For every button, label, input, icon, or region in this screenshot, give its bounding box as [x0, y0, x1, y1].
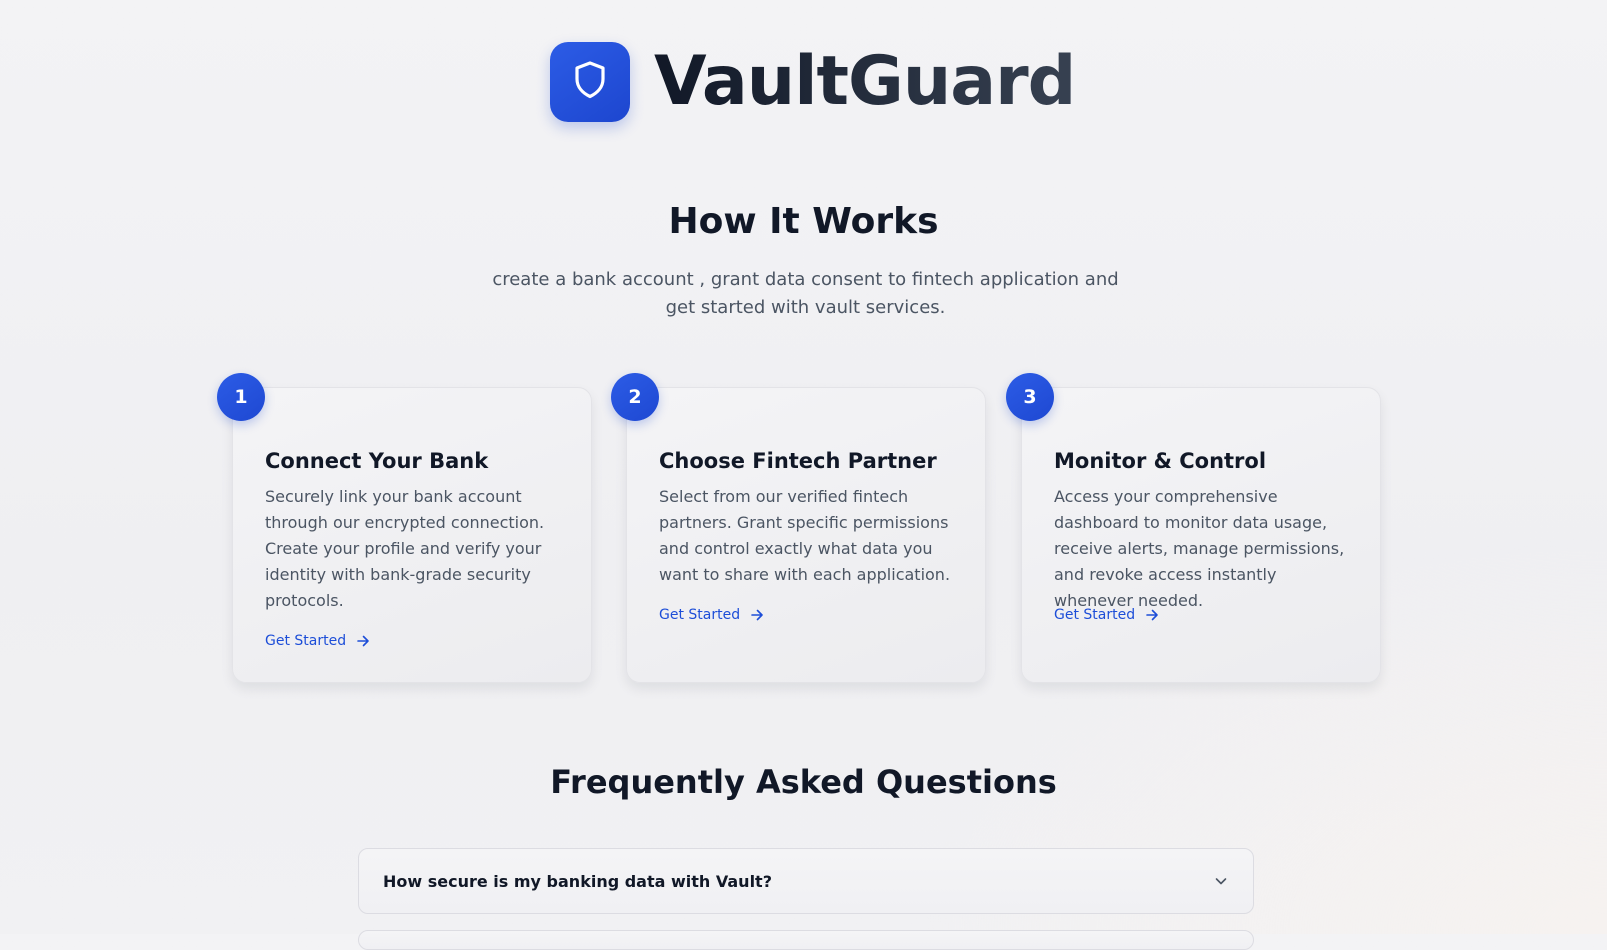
faq-title: Frequently Asked Questions: [550, 763, 1057, 801]
arrow-right-icon: [750, 608, 764, 622]
faq-item[interactable]: How secure is my banking data with Vault…: [358, 848, 1254, 914]
step-number-badge: 2: [611, 373, 659, 421]
how-it-works-title: How It Works: [668, 201, 939, 242]
get-started-link[interactable]: Get Started: [659, 605, 764, 625]
step-number-badge: 3: [1006, 373, 1054, 421]
get-started-link[interactable]: Get Started: [265, 631, 370, 651]
chevron-down-icon: [1213, 873, 1229, 889]
brand-name: VaultGuard: [654, 42, 1076, 121]
arrow-right-icon: [1145, 608, 1159, 622]
step-card-choose-partner: 2 Choose Fintech Partner Select from our…: [611, 373, 986, 683]
step-description: Securely link your bank account through …: [265, 487, 545, 610]
faq-item-partial[interactable]: [358, 930, 1254, 950]
step-card-connect-bank: 1 Connect Your Bank Securely link your b…: [217, 373, 592, 683]
get-started-link[interactable]: Get Started: [1054, 605, 1159, 625]
step-title: Choose Fintech Partner: [659, 449, 937, 473]
shield-icon: [572, 60, 608, 104]
brand-logo: [550, 42, 630, 122]
how-it-works-description: create a bank account , grant data conse…: [492, 269, 1119, 318]
step-number-badge: 1: [217, 373, 265, 421]
step-description: Select from our verified fintech partner…: [659, 487, 951, 584]
brand-header: VaultGuard: [550, 42, 1076, 122]
get-started-label: Get Started: [1054, 607, 1136, 623]
step-description: Access your comprehensive dashboard to m…: [1054, 487, 1345, 610]
faq-question: How secure is my banking data with Vault…: [383, 871, 772, 891]
step-title: Connect Your Bank: [265, 449, 489, 473]
step-card-monitor-control: 3 Monitor & Control Access your comprehe…: [1006, 373, 1381, 683]
get-started-label: Get Started: [265, 633, 347, 649]
arrow-right-icon: [356, 634, 370, 648]
get-started-label: Get Started: [659, 607, 741, 623]
step-title: Monitor & Control: [1054, 449, 1267, 473]
